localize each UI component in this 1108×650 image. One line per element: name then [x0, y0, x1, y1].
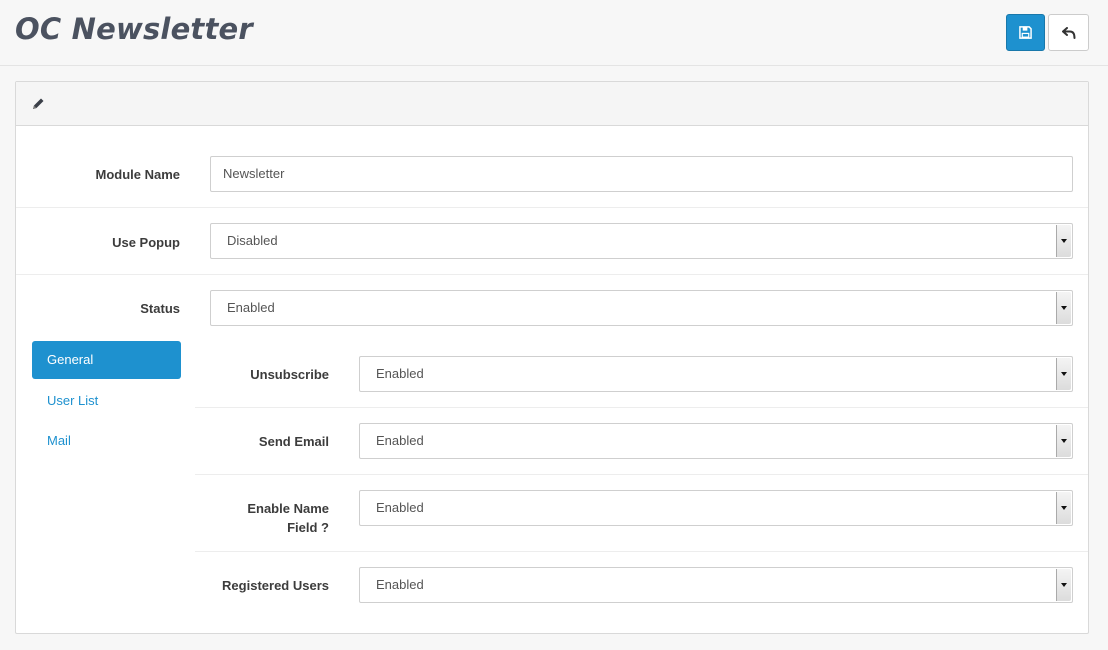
reply-arrow-icon: [1061, 26, 1075, 39]
enable-name-field-value: Enabled: [376, 500, 424, 515]
chevron-down-icon: [1056, 292, 1071, 324]
send-email-label: Send Email: [258, 434, 329, 449]
divider: [16, 207, 1088, 208]
tab-general[interactable]: General: [32, 341, 181, 379]
tab-user-list[interactable]: User List: [32, 382, 181, 420]
send-email-value: Enabled: [376, 433, 424, 448]
chevron-down-icon: [1056, 358, 1071, 390]
module-name-input[interactable]: Newsletter: [210, 156, 1073, 192]
back-button[interactable]: [1048, 14, 1089, 51]
use-popup-value: Disabled: [227, 233, 278, 248]
page-title: OC Newsletter: [15, 12, 253, 46]
enable-name-field-select[interactable]: Enabled: [359, 490, 1073, 526]
module-name-label: Module Name: [95, 167, 180, 182]
unsubscribe-label: Unsubscribe: [250, 367, 329, 382]
pencil-icon: [33, 98, 44, 109]
status-label: Status: [140, 301, 180, 316]
settings-panel: Module Name Newsletter Use Popup Disable…: [15, 81, 1089, 634]
divider: [195, 407, 1088, 408]
save-button[interactable]: [1006, 14, 1045, 51]
chevron-down-icon: [1056, 225, 1071, 257]
divider: [195, 551, 1088, 552]
divider: [195, 474, 1088, 475]
divider: [16, 274, 1088, 275]
registered-users-value: Enabled: [376, 577, 424, 592]
enable-name-field-label: Enable Name Field ?: [196, 499, 329, 537]
page-header: OC Newsletter: [0, 0, 1108, 66]
chevron-down-icon: [1056, 492, 1071, 524]
enable-name-field-label-line1: Enable Name: [247, 501, 329, 516]
chevron-down-icon: [1056, 425, 1071, 457]
enable-name-field-label-line2: Field ?: [287, 520, 329, 535]
send-email-select[interactable]: Enabled: [359, 423, 1073, 459]
panel-heading: [16, 82, 1088, 126]
registered-users-label: Registered Users: [222, 578, 329, 593]
status-value: Enabled: [227, 300, 275, 315]
status-select[interactable]: Enabled: [210, 290, 1073, 326]
use-popup-label: Use Popup: [112, 235, 180, 250]
registered-users-select[interactable]: Enabled: [359, 567, 1073, 603]
use-popup-select[interactable]: Disabled: [210, 223, 1073, 259]
unsubscribe-value: Enabled: [376, 366, 424, 381]
tab-mail[interactable]: Mail: [32, 422, 181, 460]
chevron-down-icon: [1056, 569, 1071, 601]
unsubscribe-select[interactable]: Enabled: [359, 356, 1073, 392]
floppy-disk-icon: [1019, 26, 1032, 39]
